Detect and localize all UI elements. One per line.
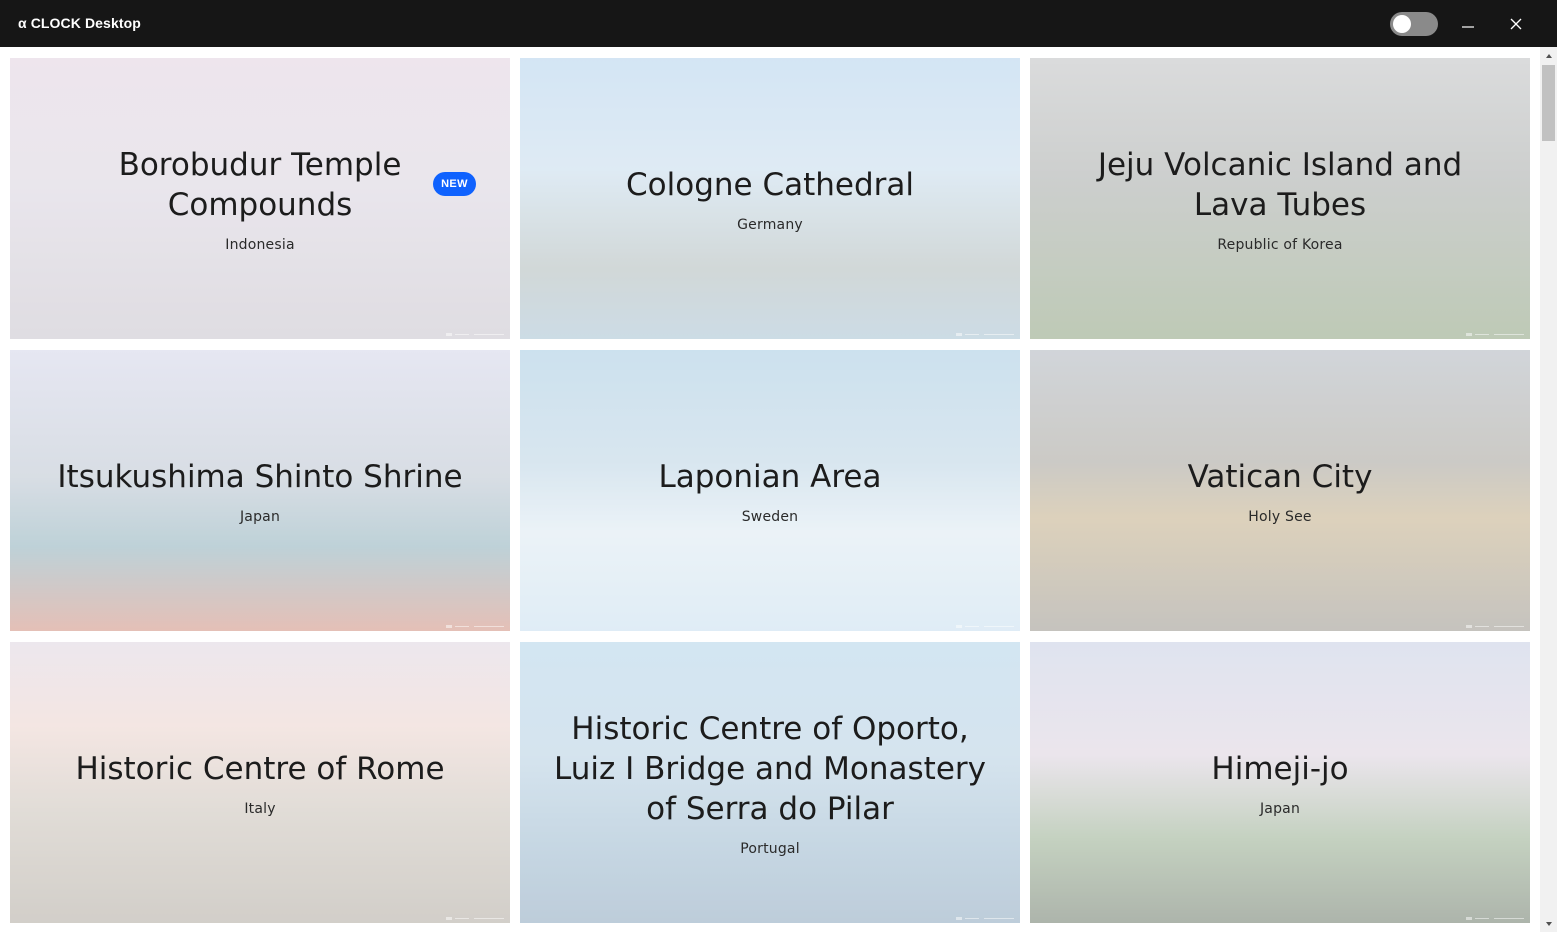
card-country: Holy See bbox=[1248, 508, 1312, 525]
card-title: Cologne Cathedral bbox=[626, 166, 914, 203]
card-country: Italy bbox=[244, 800, 276, 817]
scroll-down-icon bbox=[1545, 921, 1552, 926]
card-text: Historic Centre of Oporto, Luiz I Bridge… bbox=[520, 709, 1020, 857]
vertical-scrollbar[interactable] bbox=[1540, 47, 1557, 932]
card-text: Borobudur Temple Compounds Indonesia bbox=[10, 145, 510, 253]
site-card[interactable]: Jeju Volcanic Island and Lava Tubes Repub… bbox=[1030, 58, 1530, 339]
site-card[interactable]: Cologne Cathedral Germany bbox=[520, 58, 1020, 339]
card-country: Japan bbox=[1259, 800, 1301, 817]
card-country: Portugal bbox=[740, 840, 800, 857]
card-title: Laponian Area bbox=[658, 458, 882, 495]
scroll-thumb[interactable] bbox=[1542, 65, 1555, 141]
card-country: Republic of Korea bbox=[1217, 236, 1343, 253]
site-card[interactable]: Itsukushima Shinto Shrine Japan bbox=[10, 350, 510, 631]
minimize-button[interactable] bbox=[1454, 10, 1482, 38]
watermark-logo-icon bbox=[956, 333, 1014, 336]
card-text: Jeju Volcanic Island and Lava Tubes Repub… bbox=[1030, 145, 1530, 253]
site-card[interactable]: Historic Centre of Rome Italy bbox=[10, 642, 510, 923]
watermark-logo-icon bbox=[446, 625, 504, 628]
card-country: Indonesia bbox=[225, 236, 295, 253]
card-country: Sweden bbox=[741, 508, 799, 525]
title-bar: α CLOCK Desktop bbox=[0, 0, 1557, 47]
theme-toggle[interactable] bbox=[1390, 12, 1438, 36]
minimize-icon bbox=[1462, 26, 1474, 28]
card-title: Historic Centre of Rome bbox=[75, 750, 445, 787]
card-title: Vatican City bbox=[1187, 458, 1373, 495]
card-title: Itsukushima Shinto Shrine bbox=[57, 458, 463, 495]
watermark-logo-icon bbox=[1466, 333, 1524, 336]
card-title: Himeji-jo bbox=[1211, 750, 1349, 787]
card-text: Historic Centre of Rome Italy bbox=[47, 749, 472, 817]
card-country: Japan bbox=[239, 508, 281, 525]
close-icon bbox=[1510, 18, 1522, 30]
watermark-logo-icon bbox=[1466, 625, 1524, 628]
scroll-down-button[interactable] bbox=[1540, 915, 1557, 932]
card-text: Laponian Area Sweden bbox=[630, 457, 909, 525]
watermark-logo-icon bbox=[446, 917, 504, 920]
site-card[interactable]: Vatican City Holy See bbox=[1030, 350, 1530, 631]
new-badge: NEW bbox=[433, 172, 476, 196]
site-card[interactable]: Laponian Area Sweden bbox=[520, 350, 1020, 631]
app-title: α CLOCK Desktop bbox=[18, 15, 141, 31]
scroll-up-button[interactable] bbox=[1540, 47, 1557, 64]
card-grid: Borobudur Temple Compounds Indonesia NEW Co… bbox=[10, 58, 1530, 923]
site-card[interactable]: Borobudur Temple Compounds Indonesia NEW bbox=[10, 58, 510, 339]
watermark-logo-icon bbox=[956, 625, 1014, 628]
watermark-logo-icon bbox=[956, 917, 1014, 920]
watermark-logo-icon bbox=[1466, 917, 1524, 920]
card-text: Vatican City Holy See bbox=[1160, 457, 1401, 525]
watermark-logo-icon bbox=[446, 333, 504, 336]
card-title: Borobudur Temple Compounds bbox=[118, 146, 402, 223]
close-button[interactable] bbox=[1502, 10, 1530, 38]
site-card[interactable]: Historic Centre of Oporto, Luiz I Bridge… bbox=[520, 642, 1020, 923]
card-text: Itsukushima Shinto Shrine Japan bbox=[29, 457, 490, 525]
card-title: Historic Centre of Oporto, Luiz I Bridge… bbox=[553, 710, 987, 827]
scroll-up-icon bbox=[1545, 53, 1552, 58]
toggle-knob bbox=[1393, 15, 1411, 33]
card-country: Germany bbox=[737, 216, 803, 233]
card-text: Himeji-jo Japan bbox=[1183, 749, 1376, 817]
site-card[interactable]: Himeji-jo Japan bbox=[1030, 642, 1530, 923]
site-gallery: Borobudur Temple Compounds Indonesia NEW Co… bbox=[0, 47, 1540, 932]
card-text: Cologne Cathedral Germany bbox=[598, 165, 942, 233]
card-title: Jeju Volcanic Island and Lava Tubes bbox=[1097, 146, 1463, 223]
